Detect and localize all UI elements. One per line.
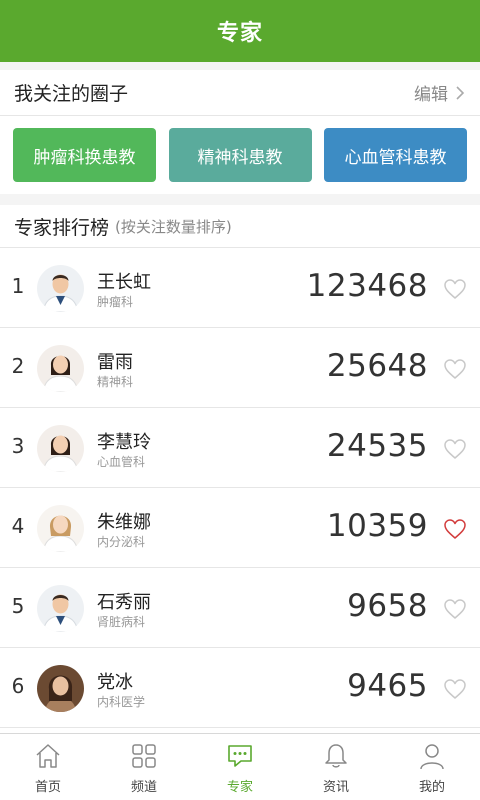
channels-icon [132, 744, 156, 768]
expert-name: 党冰 [97, 672, 133, 693]
edit-label: 编辑 [414, 85, 448, 105]
avatar [37, 505, 84, 552]
expert-row[interactable]: 2 雷雨精神科 25648 [0, 328, 480, 408]
expert-row[interactable]: 6 党冰内科医学 9465 [0, 648, 480, 728]
expert-chat-icon [228, 745, 252, 767]
followed-circles-section: 我关注的圈子 编辑 肿瘤科换患教 精神科患教 心血管科患教 [0, 70, 480, 194]
expert-department: 心血管科 [97, 455, 146, 469]
ranking-header: 专家排行榜 (按关注数量排序) [0, 205, 480, 248]
expert-ranking-section: 专家排行榜 (按关注数量排序) 1 王长虹肿瘤科 123468 2 雷雨精神科 25648… [0, 205, 480, 733]
circles-header: 我关注的圈子 编辑 [0, 70, 480, 116]
profile-icon [420, 744, 444, 770]
expert-name: 李慧玲 [97, 432, 151, 453]
expert-row[interactable]: 4 朱维娜内分泌科 10359 [0, 488, 480, 568]
heart-icon[interactable] [443, 278, 467, 300]
circle-button-oncology[interactable]: 肿瘤科换患教 [13, 128, 156, 182]
tab-label: 资讯 [322, 780, 349, 795]
expert-department: 内分泌科 [97, 535, 146, 549]
expert-department: 精神科 [97, 375, 134, 389]
avatar [37, 265, 84, 312]
expert-row[interactable]: 3 李慧玲心血管科 24535 [0, 408, 480, 488]
tab-channels[interactable]: 频道 [96, 734, 192, 800]
heart-icon[interactable] [443, 598, 467, 620]
expert-row[interactable]: 1 王长虹肿瘤科 123468 [0, 248, 480, 328]
heart-icon[interactable] [443, 438, 467, 460]
rank-number: 2 [11, 354, 25, 378]
avatar [37, 585, 84, 632]
tab-news[interactable]: 资讯 [288, 734, 384, 800]
ranking-subtitle: (按关注数量排序) [115, 217, 232, 236]
rank-number: 6 [11, 674, 25, 698]
follow-count: 10359 [326, 508, 428, 544]
chevron-right-icon [456, 85, 465, 100]
expert-name: 朱维娜 [97, 512, 151, 533]
avatar [37, 665, 84, 712]
rank-number: 4 [11, 514, 25, 538]
rank-number: 5 [11, 594, 25, 618]
rank-number: 3 [11, 434, 25, 458]
expert-name: 石秀丽 [97, 592, 151, 613]
expert-department: 肿瘤科 [97, 295, 134, 309]
page-title: 专家 [216, 21, 263, 46]
expert-department: 内科医学 [97, 695, 146, 709]
heart-icon[interactable] [443, 358, 467, 380]
tab-label: 我的 [418, 780, 445, 795]
home-icon [36, 744, 60, 768]
circle-button-psychiatry[interactable]: 精神科患教 [168, 128, 312, 182]
tab-label: 频道 [130, 780, 157, 795]
edit-circles-button[interactable]: 编辑 [414, 80, 466, 105]
bottom-tab-bar: 首页 频道 专家 资讯 我的 [0, 733, 480, 800]
follow-count: 123468 [306, 268, 428, 304]
circles-title: 我关注的圈子 [14, 83, 129, 105]
ranking-title: 专家排行榜 [14, 216, 110, 239]
tab-home[interactable]: 首页 [0, 734, 96, 800]
circle-button-cardiology[interactable]: 心血管科患教 [324, 128, 467, 182]
expert-name: 王长虹 [97, 272, 151, 293]
follow-count: 24535 [326, 428, 428, 464]
expert-name: 雷雨 [97, 352, 133, 373]
heart-icon[interactable] [443, 678, 467, 700]
expert-department: 肾脏病科 [97, 615, 146, 629]
follow-count: 9465 [347, 668, 428, 704]
avatar [37, 425, 84, 472]
tab-label: 首页 [34, 780, 61, 795]
follow-count: 9658 [347, 588, 428, 624]
tab-mine[interactable]: 我的 [384, 734, 480, 800]
tab-label: 专家 [226, 780, 253, 795]
follow-count: 25648 [326, 348, 428, 384]
bell-icon [325, 744, 347, 768]
circle-buttons: 肿瘤科换患教 精神科患教 心血管科患教 [0, 116, 480, 182]
avatar [37, 345, 84, 392]
expert-row[interactable]: 5 石秀丽肾脏病科 9658 [0, 568, 480, 648]
tab-expert[interactable]: 专家 [192, 734, 288, 800]
rank-number: 1 [11, 274, 25, 298]
heart-icon[interactable] [443, 518, 467, 540]
top-bar: 专家 [0, 0, 480, 62]
